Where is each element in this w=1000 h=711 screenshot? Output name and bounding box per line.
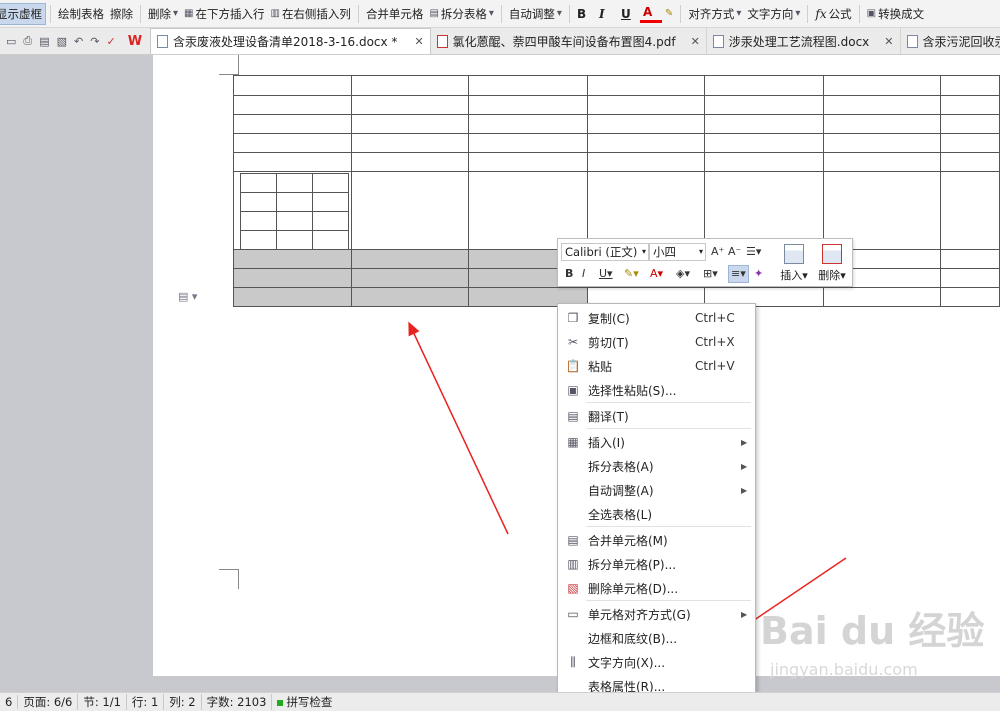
arrow-to-selection bbox=[408, 321, 509, 535]
submenu-arrow-icon: ▶ bbox=[741, 437, 748, 447]
menu-item-split-cells[interactable]: ▥ 拆分单元格(P)... bbox=[558, 552, 755, 576]
menu-item-copy[interactable]: ❐ 复制(C) Ctrl+C bbox=[558, 306, 755, 330]
cell-align-icon: ▭ bbox=[567, 607, 579, 621]
split-icon: ▥ bbox=[567, 557, 579, 571]
font-family-select[interactable]: Calibri (正文) ▾ bbox=[561, 243, 649, 261]
underline-icon[interactable]: U▾ bbox=[599, 266, 613, 282]
insert-icon: ▦ bbox=[567, 435, 579, 449]
menu-item-select-table[interactable]: 全选表格(L) bbox=[558, 502, 755, 526]
status-page-number: 6 bbox=[0, 695, 19, 709]
format-painter-icon[interactable]: ✦ bbox=[754, 266, 763, 282]
menu-item-split-table[interactable]: 拆分表格(A) ▶ bbox=[558, 454, 755, 478]
status-page[interactable]: 页面: 6/6 bbox=[18, 694, 79, 710]
menu-item-text-direction[interactable]: ⫼ 文字方向(X)... bbox=[558, 650, 755, 674]
font-color-icon[interactable]: A▾ bbox=[650, 266, 663, 282]
mini-delete-button[interactable]: 删除▾ bbox=[814, 242, 850, 286]
menu-item-insert[interactable]: ▦ 插入(I) ▶ bbox=[558, 430, 755, 454]
menu-item-borders-shading[interactable]: 边框和底纹(B)... bbox=[558, 626, 755, 650]
bold-icon[interactable]: B bbox=[565, 266, 573, 282]
floating-mini-toolbar: Calibri (正文) ▾ 小四 ▾ A⁺ A⁻ ☰▾ B I U▾ ✎▾ A▾ … bbox=[557, 238, 853, 287]
status-section: 节: 1/1 bbox=[78, 694, 127, 710]
status-row: 行: 1 bbox=[127, 694, 165, 710]
submenu-arrow-icon: ▶ bbox=[741, 461, 748, 471]
menu-item-translate[interactable]: ▤ 翻译(T) bbox=[558, 404, 755, 428]
menu-item-paste[interactable]: 📋 粘贴 Ctrl+V bbox=[558, 354, 755, 378]
delete-table-icon bbox=[822, 244, 842, 264]
submenu-arrow-icon: ▶ bbox=[741, 485, 748, 495]
submenu-arrow-icon: ▶ bbox=[741, 609, 748, 619]
menu-item-delete-cells[interactable]: ▧ 删除单元格(D)... bbox=[558, 576, 755, 600]
menu-item-paste-special[interactable]: ▣ 选择性粘贴(S)... bbox=[558, 378, 755, 402]
menu-item-merge-cells[interactable]: ▤ 合并单元格(M) bbox=[558, 528, 755, 552]
line-spacing-icon[interactable]: ☰▾ bbox=[746, 244, 761, 260]
copy-icon: ❐ bbox=[567, 311, 579, 325]
text-direction-icon: ⫼ bbox=[570, 654, 576, 669]
translate-icon: ▤ bbox=[567, 409, 579, 423]
menu-item-cell-alignment[interactable]: ▭ 单元格对齐方式(G) ▶ bbox=[558, 602, 755, 626]
cut-icon: ✂ bbox=[567, 335, 579, 349]
shrink-font-icon[interactable]: A⁻ bbox=[728, 244, 741, 260]
status-word-count[interactable]: 字数: 2103 bbox=[202, 694, 273, 710]
grow-font-icon[interactable]: A⁺ bbox=[711, 244, 724, 260]
merge-icon: ▤ bbox=[567, 533, 579, 547]
highlight-icon[interactable]: ✎▾ bbox=[624, 266, 639, 282]
paste-icon: 📋 bbox=[565, 359, 581, 373]
menu-item-cut[interactable]: ✂ 剪切(T) Ctrl+X bbox=[558, 330, 755, 354]
menu-item-autofit[interactable]: 自动调整(A) ▶ bbox=[558, 478, 755, 502]
insert-table-icon bbox=[784, 244, 804, 264]
font-size-select[interactable]: 小四 ▾ bbox=[649, 243, 706, 261]
status-bar: 6 页面: 6/6 节: 1/1 行: 1 列: 2 字数: 2103 拼写检查 bbox=[0, 692, 1000, 711]
status-column: 列: 2 bbox=[164, 694, 202, 710]
delete-cell-icon: ▧ bbox=[567, 581, 579, 595]
border-icon[interactable]: ⊞▾ bbox=[703, 266, 718, 282]
annotation-arrows bbox=[408, 321, 847, 680]
align-icon[interactable]: ≡▾ bbox=[728, 265, 749, 283]
spell-check-icon bbox=[277, 700, 284, 706]
spell-check-toggle[interactable]: 拼写检查 bbox=[272, 694, 337, 710]
mini-insert-button[interactable]: 插入▾ bbox=[776, 242, 812, 286]
context-menu: ❐ 复制(C) Ctrl+C ✂ 剪切(T) Ctrl+X 📋 粘贴 Ctrl+V ▣ 选择性… bbox=[557, 303, 756, 696]
paste-special-icon: ▣ bbox=[567, 383, 579, 397]
shading-icon[interactable]: ◈▾ bbox=[676, 266, 690, 282]
italic-icon[interactable]: I bbox=[582, 266, 585, 282]
